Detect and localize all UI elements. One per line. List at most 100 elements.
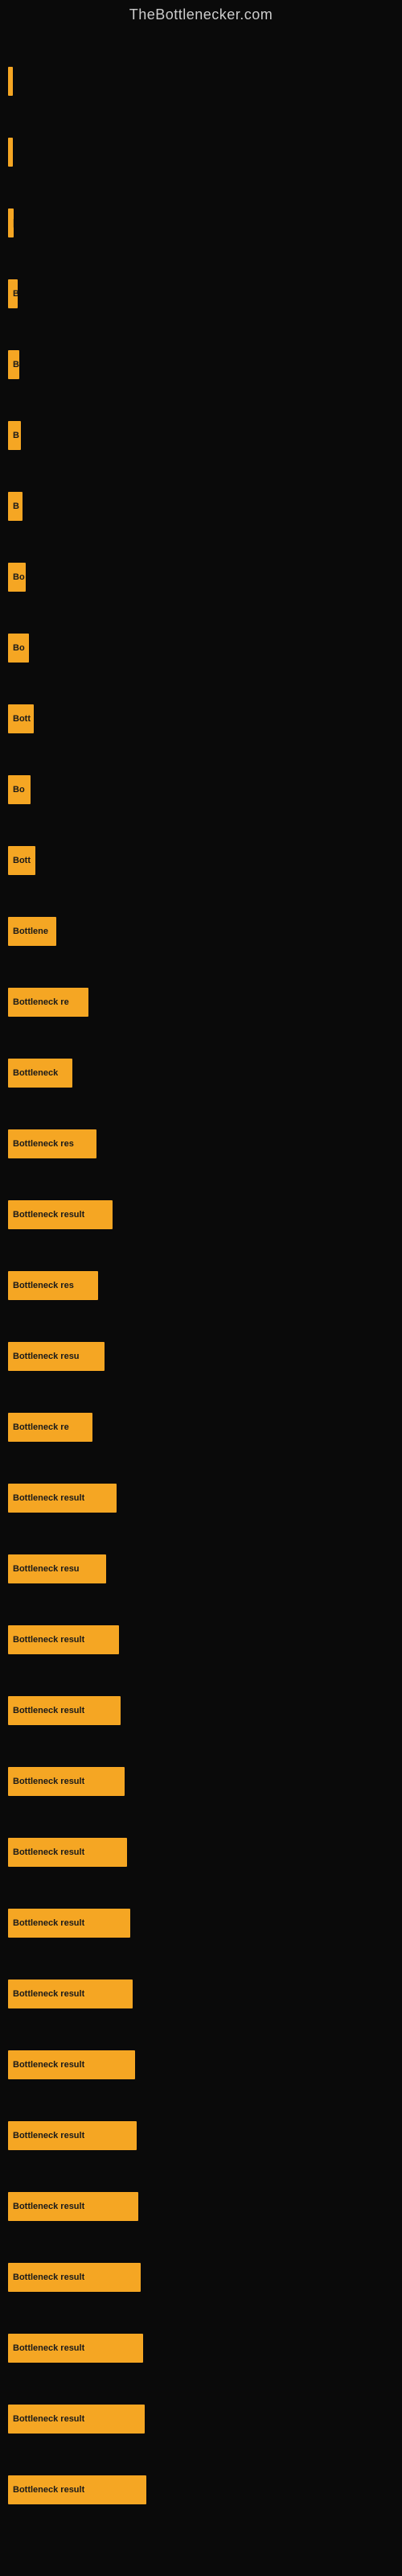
bar-label: B: [13, 431, 19, 440]
bar-row: Bott: [8, 825, 402, 896]
bar: B: [8, 279, 18, 308]
bar-label: Bottleneck result: [13, 2060, 84, 2070]
bar-label: B: [13, 360, 19, 369]
site-title: TheBottlenecker.com: [0, 0, 402, 30]
bar-label: Bottleneck res: [13, 1139, 74, 1149]
bar: Bottleneck re: [8, 988, 88, 1017]
bar-row: Bottleneck resu: [8, 1321, 402, 1392]
bar: Bottleneck result: [8, 1696, 121, 1725]
bar: Bottleneck res: [8, 1129, 96, 1158]
bar: Bottleneck result: [8, 1838, 127, 1867]
bar: Bo: [8, 775, 31, 804]
bar: |: [8, 67, 13, 96]
bar-row: |: [8, 188, 402, 258]
bar-row: Bottleneck result: [8, 2242, 402, 2313]
bar: Bottleneck result: [8, 1200, 113, 1229]
bar: Bottleneck result: [8, 2405, 145, 2434]
bar-row: Bottleneck result: [8, 1463, 402, 1534]
bar-label: Bottleneck result: [13, 1635, 84, 1645]
bar: Bottleneck: [8, 1059, 72, 1088]
bar-label: Bottleneck result: [13, 1918, 84, 1928]
bar: Bo: [8, 634, 29, 663]
bar-label: Bo: [13, 572, 25, 582]
bar: |: [8, 208, 14, 237]
bar-label: Bo: [13, 643, 25, 653]
bar-row: Bo: [8, 542, 402, 613]
bar-row: Bottleneck result: [8, 1604, 402, 1675]
bar-row: Bottleneck re: [8, 967, 402, 1038]
bar-label: Bottleneck result: [13, 2273, 84, 2282]
bar-row: Bottleneck result: [8, 2313, 402, 2384]
bar-label: Bottleneck result: [13, 2343, 84, 2353]
bar-label: Bottleneck result: [13, 1706, 84, 1715]
bar: Bottleneck result: [8, 1484, 117, 1513]
bar-label: Bottleneck resu: [13, 1564, 80, 1574]
bar-row: Bottleneck re: [8, 1392, 402, 1463]
bar-row: Bo: [8, 754, 402, 825]
bar-row: Bottleneck: [8, 1038, 402, 1108]
bar-row: B: [8, 258, 402, 329]
bar-row: Bottleneck result: [8, 1179, 402, 1250]
bar-label: Bottleneck re: [13, 997, 69, 1007]
bar-row: Bottleneck result: [8, 1746, 402, 1817]
bar-row: |: [8, 46, 402, 117]
bar: |: [8, 138, 13, 167]
bar-label: |: [13, 218, 14, 228]
bar-row: Bott: [8, 683, 402, 754]
bar: Bottleneck result: [8, 1767, 125, 1796]
bar: Bottleneck result: [8, 1625, 119, 1654]
bar-row: Bottleneck res: [8, 1250, 402, 1321]
bar: Bottleneck result: [8, 2192, 138, 2221]
bar-label: Bottleneck result: [13, 1210, 84, 1220]
bar-label: Bottleneck result: [13, 2202, 84, 2211]
bar-label: Bottleneck result: [13, 1493, 84, 1503]
bar-label: Bottlene: [13, 927, 48, 936]
bar-row: Bottleneck result: [8, 1888, 402, 1959]
bar: Bottleneck result: [8, 2475, 146, 2504]
bar-row: Bottlene: [8, 896, 402, 967]
bar: Bottleneck re: [8, 1413, 92, 1442]
bar-label: Bott: [13, 856, 31, 865]
bar-row: Bottleneck result: [8, 2100, 402, 2171]
bar-label: Bottleneck result: [13, 2131, 84, 2140]
bar-label: Bottleneck result: [13, 2485, 84, 2495]
bar: B: [8, 421, 21, 450]
bar: Bottleneck resu: [8, 1342, 105, 1371]
bar: Bottleneck res: [8, 1271, 98, 1300]
bar-label: Bottleneck resu: [13, 1352, 80, 1361]
bar: Bottleneck result: [8, 1909, 130, 1938]
bar-label: Bottleneck result: [13, 2414, 84, 2424]
bar-label: Bott: [13, 714, 31, 724]
bar: Bottleneck result: [8, 1979, 133, 2008]
bar-row: Bottleneck result: [8, 1675, 402, 1746]
bar: Bott: [8, 704, 34, 733]
bar-row: Bottleneck result: [8, 1959, 402, 2029]
bar: Bottleneck result: [8, 2334, 143, 2363]
bar-row: Bottleneck resu: [8, 1534, 402, 1604]
bar-row: B: [8, 400, 402, 471]
bar-row: Bottleneck res: [8, 1108, 402, 1179]
bar: Bottlene: [8, 917, 56, 946]
bar-row: B: [8, 471, 402, 542]
bar: Bottleneck result: [8, 2263, 141, 2292]
bar: Bottleneck result: [8, 2050, 135, 2079]
bar-row: Bottleneck result: [8, 2384, 402, 2454]
bar-label: Bottleneck re: [13, 1422, 69, 1432]
bar: B: [8, 492, 23, 521]
bar-row: Bottleneck result: [8, 2454, 402, 2525]
bar-label: Bottleneck result: [13, 1989, 84, 1999]
bar-label: Bottleneck res: [13, 1281, 74, 1290]
bar-row: Bottleneck result: [8, 2171, 402, 2242]
bar: Bo: [8, 563, 26, 592]
bar-label: B: [13, 289, 18, 299]
bar: Bottleneck result: [8, 2121, 137, 2150]
bar: Bott: [8, 846, 35, 875]
bar-row: |: [8, 117, 402, 188]
bar-label: Bottleneck result: [13, 1777, 84, 1786]
bar-row: Bottleneck result: [8, 1817, 402, 1888]
bar-label: Bo: [13, 785, 25, 795]
bar-row: B: [8, 329, 402, 400]
bar-label: Bottleneck: [13, 1068, 58, 1078]
bar-label: B: [13, 502, 19, 511]
bar-label: Bottleneck result: [13, 1847, 84, 1857]
